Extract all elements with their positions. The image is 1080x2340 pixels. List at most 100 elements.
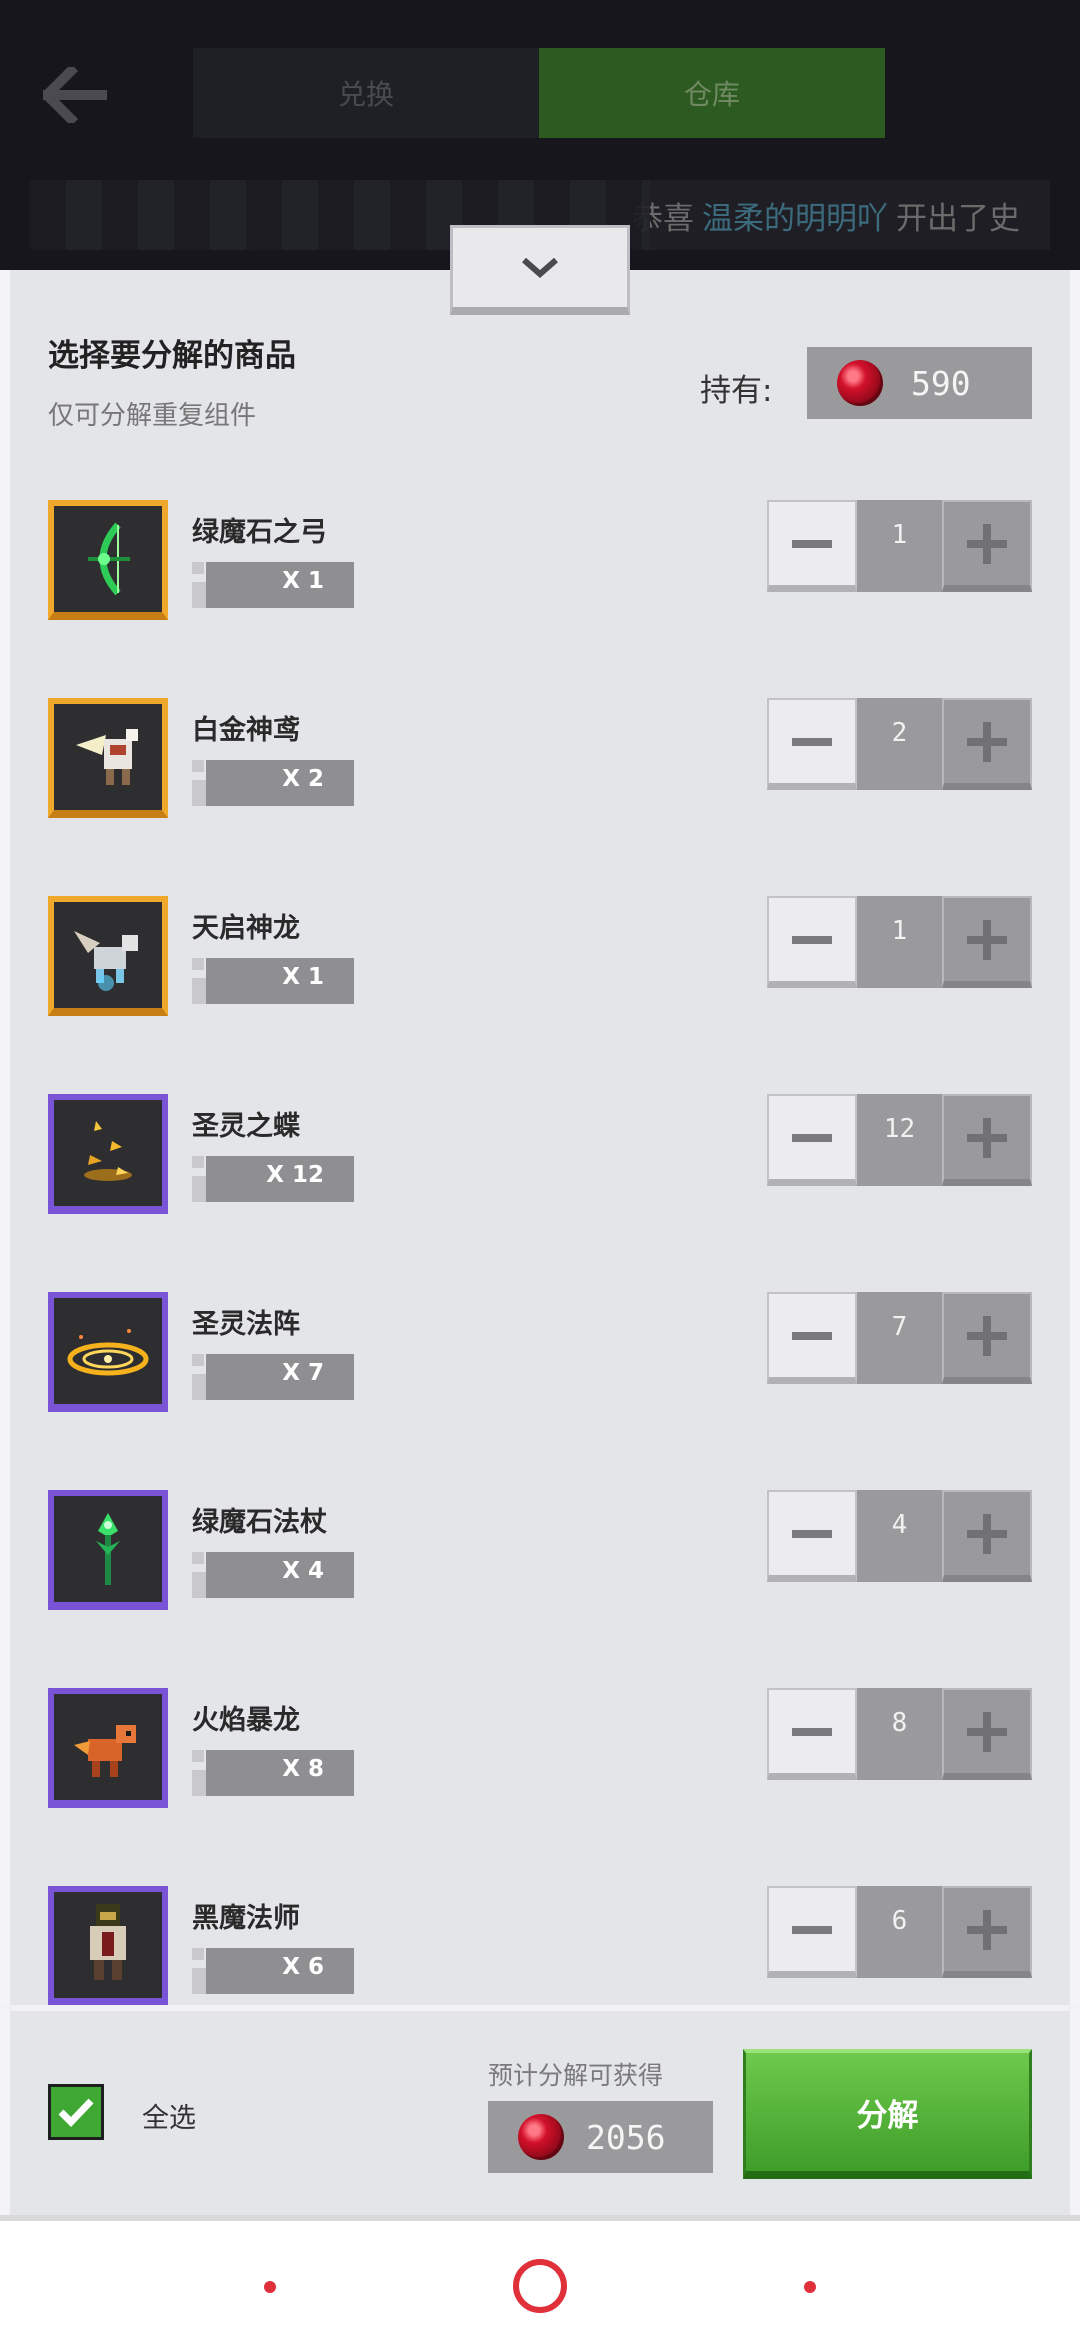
- increment-button[interactable]: [942, 1688, 1032, 1780]
- increment-button[interactable]: [942, 500, 1032, 592]
- decompose-button[interactable]: 分解: [743, 2049, 1032, 2179]
- quantity-value: 4: [857, 1490, 942, 1582]
- minus-icon: [792, 1529, 832, 1538]
- back-button[interactable]: [30, 55, 120, 135]
- plus-icon: [967, 523, 1007, 564]
- nav-menu-button[interactable]: [264, 2281, 276, 2293]
- item-name: 绿魔石之弓: [192, 517, 327, 548]
- plus-icon: [967, 1513, 1007, 1554]
- decrement-button[interactable]: [767, 1688, 857, 1780]
- marquee-suffix: 开出了史: [896, 200, 1020, 237]
- owned-quantity: X 8: [282, 1756, 324, 1782]
- action-footer: 全选 预计分解可获得 2056 分解: [0, 2005, 1080, 2215]
- quantity-stepper: 1: [767, 500, 1032, 592]
- quantity-value: 8: [857, 1688, 942, 1780]
- back-arrow-icon: [43, 67, 107, 123]
- decrement-button[interactable]: [767, 1094, 857, 1186]
- collapse-button[interactable]: [450, 225, 630, 315]
- item-name: 白金神鸢: [192, 715, 300, 746]
- tab-warehouse[interactable]: 仓库: [539, 48, 885, 138]
- item-name: 黑魔法师: [192, 1903, 300, 1934]
- item-thumbnail: [48, 1886, 168, 2005]
- minus-icon: [792, 1331, 832, 1340]
- increment-button[interactable]: [942, 896, 1032, 988]
- increment-button[interactable]: [942, 1886, 1032, 1978]
- owned-quantity-badge: X 6: [192, 1948, 354, 1994]
- item-name: 天启神龙: [192, 913, 300, 944]
- list-item: 绿魔石法杖 X 4 4: [0, 1480, 1080, 1610]
- item-thumbnail: [48, 896, 168, 1016]
- quantity-stepper: 4: [767, 1490, 1032, 1582]
- list-item: 白金神鸢 X 2 2: [0, 688, 1080, 818]
- list-item: 黑魔法师 X 6 6: [0, 1876, 1080, 2005]
- list-item: 圣灵之蝶 X 12 12: [0, 1084, 1080, 1214]
- quantity-value: 2: [857, 698, 942, 790]
- plus-icon: [967, 1117, 1007, 1158]
- quantity-value: 1: [857, 896, 942, 988]
- owned-balance: 590: [807, 347, 1032, 419]
- nav-back-button[interactable]: [804, 2281, 816, 2293]
- owned-quantity-badge: X 7: [192, 1354, 354, 1400]
- decrement-button[interactable]: [767, 1292, 857, 1384]
- increment-button[interactable]: [942, 1094, 1032, 1186]
- item-thumbnail: [48, 500, 168, 620]
- dark-mage-icon: [90, 1904, 126, 1980]
- quantity-stepper: 6: [767, 1886, 1032, 1978]
- chevron-down-icon: [522, 257, 558, 278]
- minus-icon: [792, 935, 832, 944]
- owned-quantity-badge: X 12: [192, 1156, 354, 1202]
- decrement-button[interactable]: [767, 1886, 857, 1978]
- marquee-user: 温柔的明明吖: [702, 200, 888, 237]
- nav-home-button[interactable]: [513, 2259, 567, 2313]
- tab-exchange[interactable]: 兑换: [193, 48, 539, 138]
- decrement-button[interactable]: [767, 1490, 857, 1582]
- select-all-label[interactable]: 全选: [142, 2096, 196, 2135]
- owned-quantity: X 2: [282, 766, 324, 792]
- tab-bar: 兑换 仓库: [193, 48, 885, 138]
- decrement-button[interactable]: [767, 500, 857, 592]
- increment-button[interactable]: [942, 698, 1032, 790]
- list-item: 绿魔石之弓 X 1 1: [0, 490, 1080, 620]
- owned-quantity-badge: X 8: [192, 1750, 354, 1796]
- list-item: 火焰暴龙 X 8 8: [0, 1678, 1080, 1808]
- plus-icon: [967, 919, 1007, 960]
- holy-butterfly-icon: [84, 1121, 132, 1181]
- minus-icon: [792, 737, 832, 746]
- item-name: 火焰暴龙: [192, 1705, 300, 1736]
- list-item: 圣灵法阵 X 7 7: [0, 1282, 1080, 1412]
- panel-subtitle: 仅可分解重复组件: [48, 401, 257, 431]
- owned-quantity-badge: X 1: [192, 562, 354, 608]
- item-name: 圣灵之蝶: [192, 1111, 300, 1142]
- ruby-gem-icon: [518, 2114, 564, 2160]
- item-list[interactable]: 绿魔石之弓 X 1 1 白金神鸢 X 2 2 天启神龙 X 1 1 圣灵之蝶 X…: [0, 490, 1080, 2005]
- owned-quantity-badge: X 4: [192, 1552, 354, 1598]
- quantity-stepper: 7: [767, 1292, 1032, 1384]
- select-all-checkbox[interactable]: [48, 2084, 104, 2140]
- system-navigation-bar: [0, 2215, 1080, 2340]
- quantity-stepper: 2: [767, 698, 1032, 790]
- owned-value: 590: [911, 363, 971, 403]
- estimate-label: 预计分解可获得: [488, 2061, 664, 2090]
- item-thumbnail: [48, 1490, 168, 1610]
- owned-quantity-badge: X 1: [192, 958, 354, 1004]
- owned-quantity: X 4: [282, 1558, 324, 1584]
- owned-quantity: X 6: [282, 1954, 324, 1980]
- increment-button[interactable]: [942, 1292, 1032, 1384]
- platinum-eagle-icon: [76, 729, 138, 785]
- decrement-button[interactable]: [767, 896, 857, 988]
- plus-icon: [967, 1711, 1007, 1752]
- owned-quantity-badge: X 2: [192, 760, 354, 806]
- quantity-stepper: 1: [767, 896, 1032, 988]
- owned-quantity: X 12: [266, 1162, 324, 1188]
- plus-icon: [967, 721, 1007, 762]
- decrement-button[interactable]: [767, 698, 857, 790]
- green-bow-icon: [88, 522, 130, 596]
- owned-quantity: X 7: [282, 1360, 324, 1386]
- owned-quantity: X 1: [282, 964, 324, 990]
- estimate-reward: 2056: [488, 2101, 713, 2173]
- estimate-value: 2056: [586, 2117, 666, 2157]
- quantity-value: 6: [857, 1886, 942, 1978]
- minus-icon: [792, 1133, 832, 1142]
- increment-button[interactable]: [942, 1490, 1032, 1582]
- fire-dragon-icon: [74, 1725, 136, 1777]
